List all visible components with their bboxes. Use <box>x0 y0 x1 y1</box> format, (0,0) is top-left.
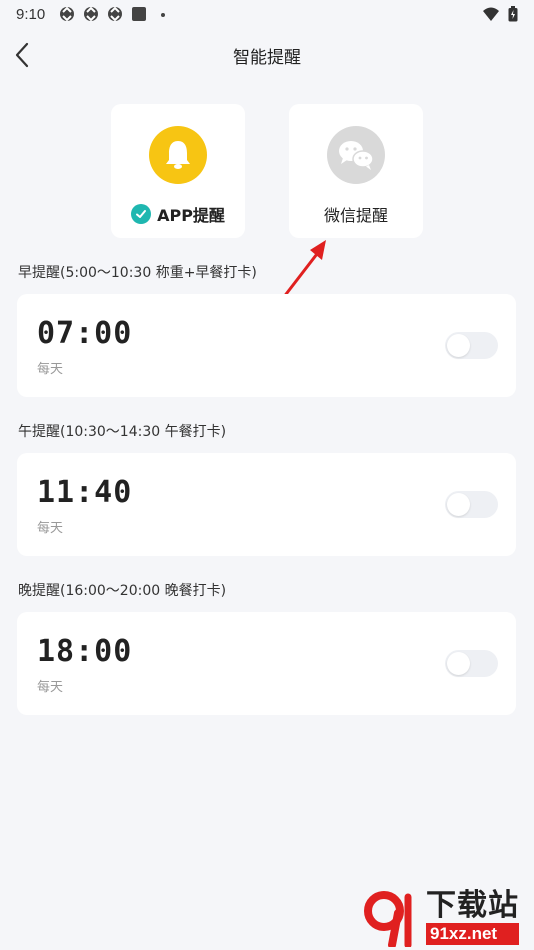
morning-reminder-card[interactable]: 07:00 每天 <box>17 294 516 397</box>
wechat-reminder-label: 微信提醒 <box>323 206 388 225</box>
reminder-repeat: 每天 <box>37 680 64 695</box>
chevron-left-icon <box>15 42 29 68</box>
square-notification-icon <box>132 7 147 21</box>
evening-reminder-label: 晚提醒(16:00～20:00 晚餐打卡) <box>18 583 227 599</box>
app-notification-icon <box>108 6 123 22</box>
system-status-icons <box>482 6 518 22</box>
reminder-time: 11:40 <box>37 475 133 510</box>
toggle-knob <box>447 652 470 675</box>
bell-icon <box>166 141 190 169</box>
battery-icon <box>508 6 518 22</box>
toggle-knob <box>447 493 470 516</box>
morning-reminder-toggle[interactable] <box>445 332 498 359</box>
wechat-reminder-label-row: 微信提醒 <box>324 202 388 226</box>
morning-reminder-label: 早提醒(5:00～10:30 称重+早餐打卡) <box>18 265 257 281</box>
toggle-knob <box>447 334 470 357</box>
app-notification-icon <box>84 6 99 22</box>
bell-icon-circle <box>149 126 207 184</box>
noon-reminder-label: 午提醒(10:30～14:30 午餐打卡) <box>18 424 227 440</box>
evening-reminder-toggle[interactable] <box>445 650 498 677</box>
noon-reminder-card[interactable]: 11:40 每天 <box>17 453 516 556</box>
site-watermark: 下载站 91xz.net <box>362 884 534 950</box>
reminder-time: 07:00 <box>37 316 133 351</box>
app-reminder-label-row: APP提醒 <box>131 202 225 226</box>
wechat-reminder-card[interactable]: 微信提醒 <box>289 104 423 238</box>
status-bar: 9:10 <box>0 0 534 28</box>
app-notification-icon <box>60 6 75 22</box>
page-title: 智能提醒 <box>233 47 301 68</box>
check-circle-icon <box>131 204 152 224</box>
more-notifications-icon <box>161 13 166 17</box>
notification-icons <box>59 6 171 22</box>
back-button[interactable] <box>8 38 36 72</box>
header: 智能提醒 <box>0 28 534 82</box>
watermark-brand-cn: 下载站 <box>426 888 519 923</box>
watermark-text: 下载站 91xz.net <box>426 889 519 945</box>
watermark-logo-icon <box>364 891 412 947</box>
noon-reminder-toggle[interactable] <box>445 491 498 518</box>
status-time: 9:10 <box>16 5 46 23</box>
watermark-brand-en: 91xz.net <box>426 923 519 945</box>
wechat-icon <box>339 141 374 170</box>
evening-reminder-card[interactable]: 18:00 每天 <box>17 612 516 715</box>
reminder-repeat: 每天 <box>37 521 64 536</box>
reminder-repeat: 每天 <box>37 362 64 377</box>
app-reminder-label: APP提醒 <box>157 206 225 225</box>
wechat-icon-circle <box>327 126 385 184</box>
wifi-icon <box>483 7 499 21</box>
app-reminder-card[interactable]: APP提醒 <box>111 104 245 238</box>
reminder-time: 18:00 <box>37 634 133 669</box>
